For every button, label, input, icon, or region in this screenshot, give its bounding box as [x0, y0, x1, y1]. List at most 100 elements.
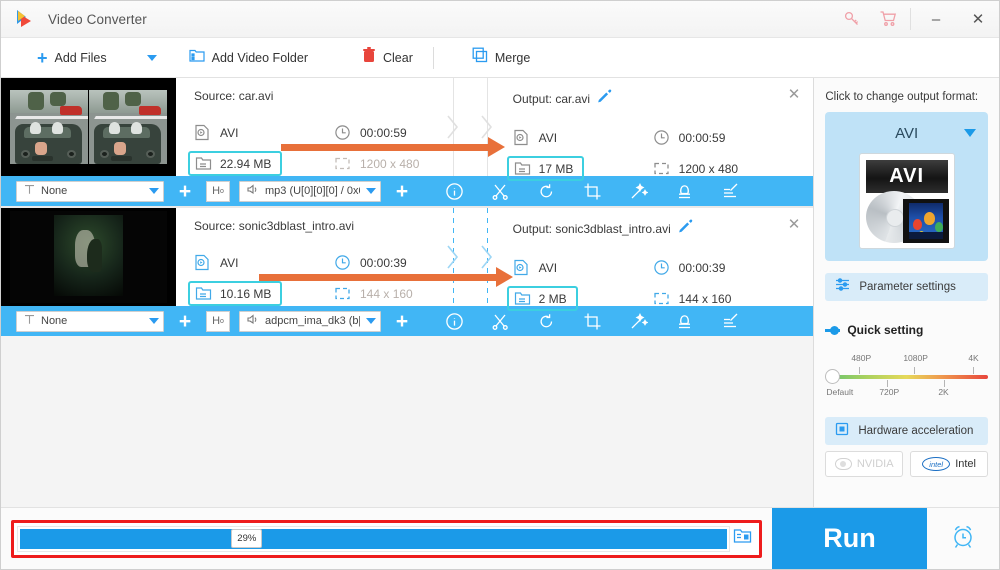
hdr-button[interactable]: Ho — [206, 310, 230, 332]
output-panel: Output: car.avi AVI 17 MB 00:00:59 1200 … — [495, 78, 814, 181]
merge-button[interactable]: Merge — [466, 43, 536, 73]
file-row: Source: sonic3dblast_intro.avi AVI 10.16… — [1, 208, 813, 311]
file-format-icon — [513, 259, 530, 276]
clear-button[interactable]: Clear — [356, 43, 419, 73]
output-format-card[interactable]: AVI AVI — [825, 112, 988, 261]
remove-file-button[interactable]: ✕ — [788, 217, 801, 232]
slider-knob[interactable] — [825, 369, 841, 384]
close-button[interactable]: ✕ — [957, 1, 999, 37]
source-panel: Source: sonic3dblast_intro.avi AVI 10.16… — [176, 208, 495, 306]
rotate-icon[interactable] — [537, 312, 556, 331]
output-format-row: AVI — [513, 122, 653, 153]
add-subtitle-button[interactable]: + — [173, 181, 197, 202]
output-size-highlight[interactable]: 2 MB — [506, 286, 578, 311]
file-row: Source: car.avi AVI 22.94 MB 00:00:59 12… — [1, 78, 814, 181]
subtitle-value: None — [41, 185, 68, 197]
audio-value: adpcm_ima_dk3 (b[ — [265, 315, 360, 327]
minimize-button[interactable]: – — [915, 1, 957, 37]
info-icon[interactable] — [445, 182, 464, 201]
chevron-down-icon — [149, 188, 159, 194]
subtitle-select[interactable]: None — [16, 180, 164, 202]
crop-icon[interactable] — [583, 182, 602, 201]
source-title: Source: car.avi — [194, 89, 274, 103]
speaker-icon — [247, 182, 259, 200]
quality-slider[interactable]: 480P 1080P 4K Default 720P 2K — [825, 353, 988, 405]
add-files-button[interactable]: + Add Files — [31, 43, 113, 73]
output-size-row: 17 MB — [506, 153, 653, 184]
slider-label-4k: 4K — [968, 353, 979, 363]
quick-setting-icon — [825, 325, 841, 335]
chevron-down-icon[interactable] — [964, 129, 976, 137]
video-thumbnail — [1, 208, 176, 306]
slider-label-2k: 2K — [938, 387, 949, 397]
output-duration: 00:00:39 — [678, 260, 726, 275]
schedule-button[interactable] — [927, 508, 999, 569]
output-title: Output: car.avi — [512, 91, 591, 106]
edit-pencil-icon[interactable] — [598, 89, 612, 108]
add-video-folder-button[interactable]: Add Video Folder — [183, 43, 314, 73]
output-duration-row: 00:00:59 — [653, 122, 793, 153]
main-toolbar: + Add Files Add Video Folder Clear Merge — [1, 38, 999, 78]
format-badge-text: AVI — [889, 165, 925, 187]
audio-select[interactable]: adpcm_ima_dk3 (b[ — [239, 310, 381, 332]
cut-icon[interactable] — [491, 312, 510, 331]
watermark-icon[interactable] — [675, 182, 694, 201]
source-size-highlight[interactable]: 22.94 MB — [188, 151, 283, 176]
info-icon[interactable] — [445, 312, 464, 331]
hdr-button[interactable]: Ho — [206, 180, 230, 202]
slider-track[interactable] — [831, 375, 988, 379]
output-resolution: 1200 x 480 — [678, 161, 739, 176]
crop-icon[interactable] — [583, 312, 602, 331]
audio-select[interactable]: mp3 (U[0][0][0] / 0x0( — [239, 180, 381, 202]
output-format-prompt: Click to change output format: — [825, 91, 979, 103]
edit-icon[interactable] — [721, 312, 740, 331]
subtitle-icon — [24, 312, 35, 330]
run-button[interactable]: Run — [772, 508, 927, 569]
output-format-row: AVI — [513, 252, 653, 283]
key-icon[interactable] — [834, 1, 870, 37]
intel-button[interactable]: intel Intel — [910, 451, 989, 477]
open-output-folder-icon[interactable] — [733, 527, 752, 550]
audio-value: mp3 (U[0][0][0] / 0x0( — [265, 185, 360, 197]
add-audio-button[interactable]: + — [390, 181, 414, 202]
effects-icon[interactable] — [629, 182, 649, 201]
slider-label-480p: 480P — [851, 353, 872, 363]
edit-icon[interactable] — [721, 182, 740, 201]
add-files-dropdown-icon[interactable] — [146, 54, 157, 61]
rotate-icon[interactable] — [537, 182, 556, 201]
nvidia-button[interactable]: NVIDIA — [825, 451, 904, 477]
parameter-settings-label: Parameter settings — [859, 281, 956, 293]
add-files-label: Add Files — [54, 50, 107, 65]
source-resolution: 1200 x 480 — [360, 156, 420, 171]
hdr-label: H — [212, 315, 221, 327]
cart-icon[interactable] — [870, 1, 906, 37]
cut-icon[interactable] — [491, 182, 510, 201]
watermark-icon[interactable] — [675, 312, 694, 331]
plus-icon: + — [37, 47, 48, 68]
parameter-settings-button[interactable]: Parameter settings — [825, 273, 988, 301]
subtitle-icon — [24, 182, 35, 200]
file-details: Source: sonic3dblast_intro.avi AVI 10.16… — [176, 208, 813, 311]
intel-label: Intel — [955, 458, 976, 470]
app-title: Video Converter — [48, 11, 147, 27]
remove-file-button[interactable]: ✕ — [788, 87, 801, 102]
add-audio-button[interactable]: + — [390, 311, 414, 332]
trash-icon — [362, 47, 376, 68]
conversion-arrow-icon — [281, 137, 505, 157]
subtitle-value: None — [41, 315, 68, 327]
bottom-bar: 29% Run — [1, 507, 999, 569]
effects-icon[interactable] — [629, 312, 649, 331]
subtitle-select[interactable]: None — [16, 310, 164, 332]
resolution-icon — [334, 155, 351, 172]
output-size: 2 MB — [538, 291, 567, 306]
slider-label-default: Default — [826, 387, 854, 397]
intel-icon: intel — [922, 457, 951, 471]
source-duration: 00:00:39 — [360, 255, 407, 270]
edit-pencil-icon[interactable] — [678, 219, 693, 238]
source-size-highlight[interactable]: 10.16 MB — [188, 281, 283, 306]
nvidia-label: NVIDIA — [856, 458, 894, 470]
hardware-acceleration-button[interactable]: Hardware acceleration — [825, 417, 988, 445]
progress-bar[interactable]: 29% — [17, 525, 730, 552]
output-size-highlight[interactable]: 17 MB — [506, 156, 585, 181]
add-subtitle-button[interactable]: + — [173, 311, 197, 332]
